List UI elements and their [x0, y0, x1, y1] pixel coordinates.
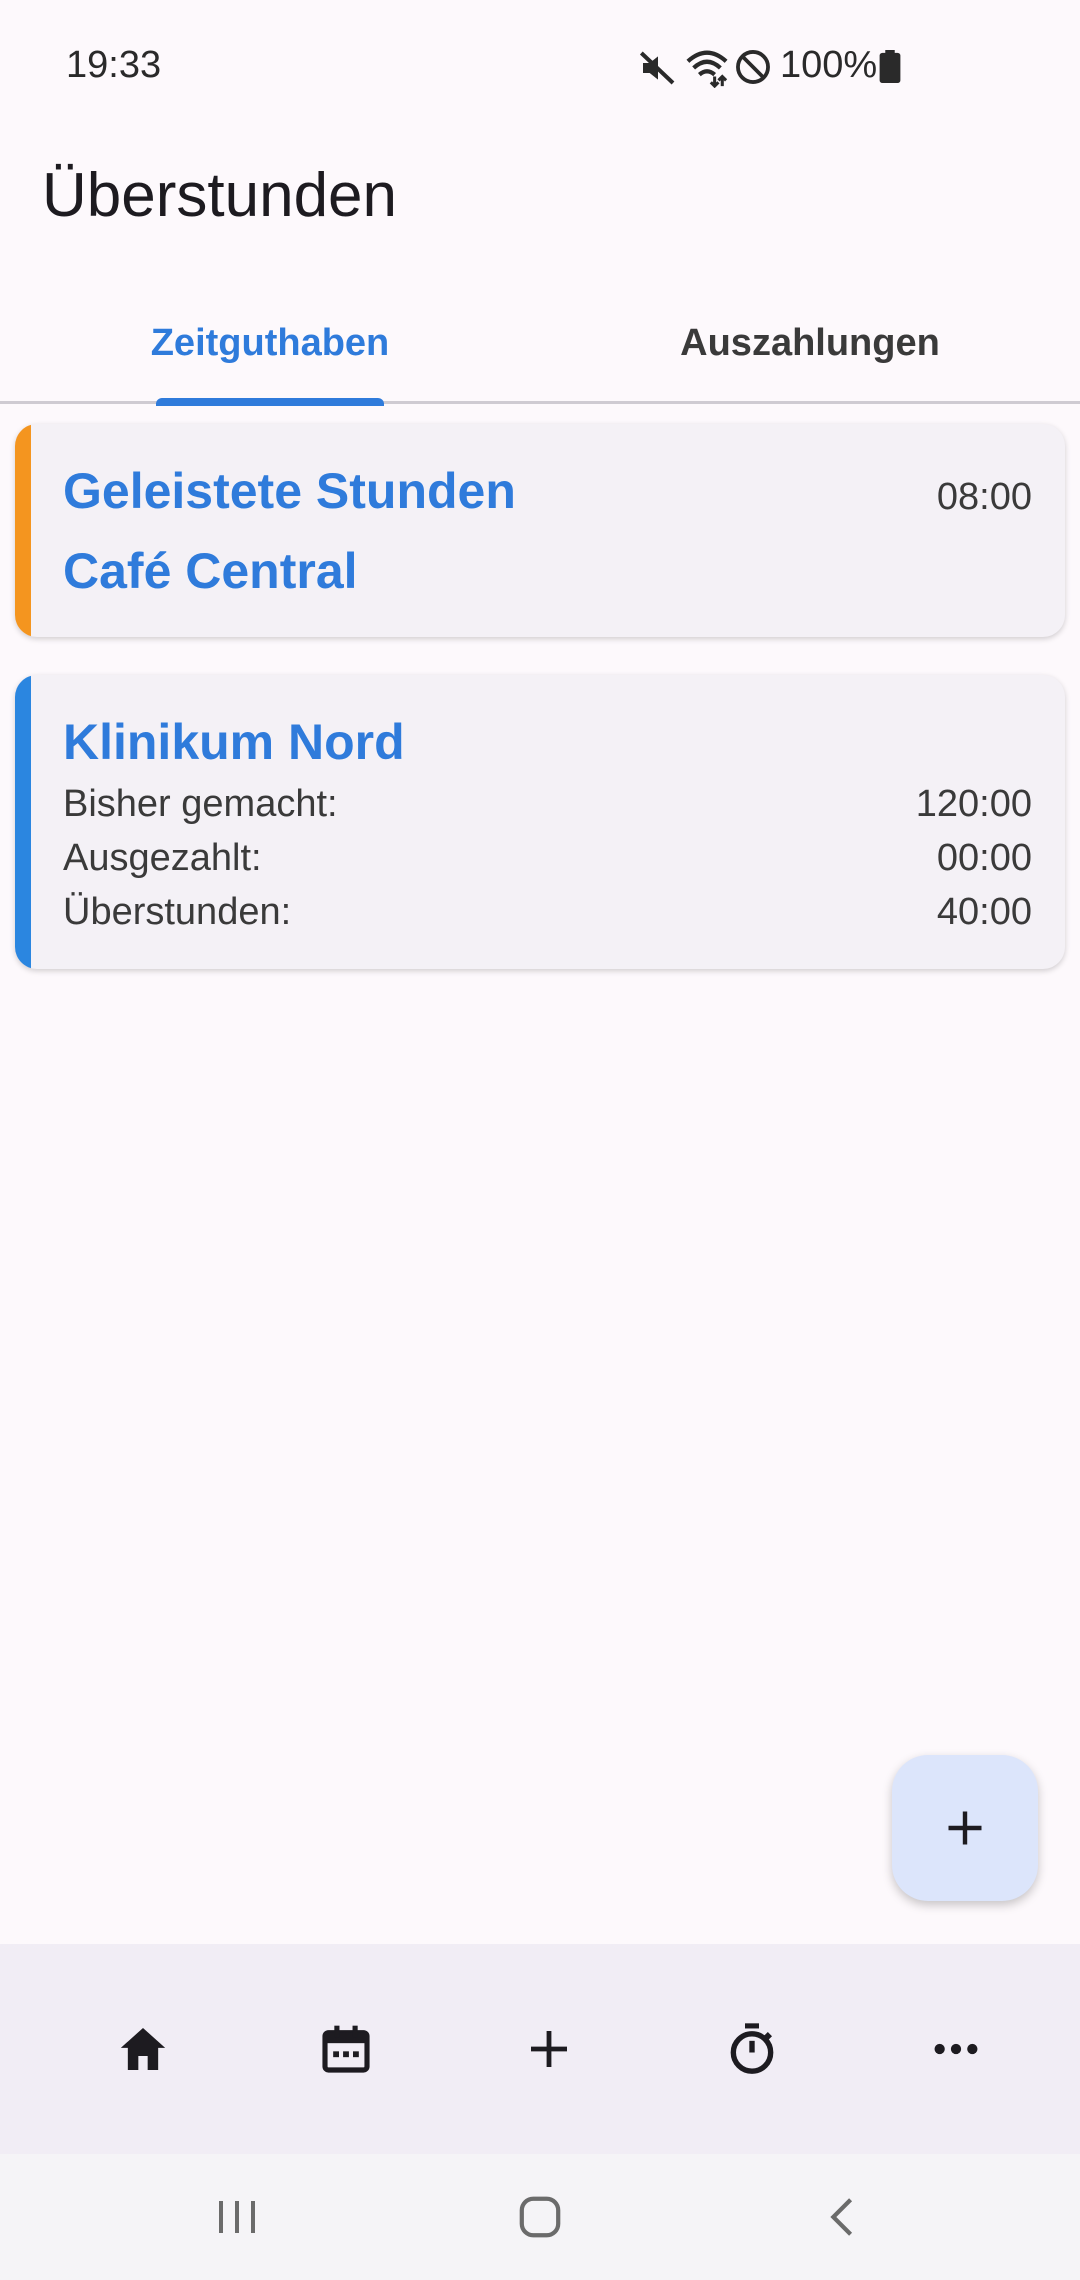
more-icon: [934, 2043, 978, 2055]
summary-row-paid: Ausgezahlt: 00:00: [63, 837, 1032, 880]
add-fab-button[interactable]: [892, 1755, 1038, 1901]
row-value: 00:00: [936, 837, 1032, 879]
nav-calendar[interactable]: [276, 1944, 416, 2154]
tab-zeitguthaben[interactable]: Zeitguthaben: [0, 296, 540, 401]
battery-percent: 100%: [780, 44, 878, 86]
do-not-disturb-icon: [736, 50, 770, 84]
wifi-icon: [686, 50, 728, 88]
tab-label: Zeitguthaben: [150, 322, 390, 364]
add-icon: [531, 2031, 567, 2067]
employer-card[interactable]: Klinikum Nord Bisher gemacht: 120:00 Aus…: [15, 675, 1065, 969]
card-accent-bar: [15, 424, 31, 637]
back-button[interactable]: [781, 2154, 901, 2280]
nav-timer[interactable]: [682, 1944, 822, 2154]
battery-icon: [879, 50, 901, 84]
home-system-button[interactable]: [480, 2154, 600, 2280]
plus-icon: [948, 1811, 982, 1845]
home-icon: [120, 2028, 166, 2070]
system-navigation-bar: [0, 2154, 1080, 2280]
nav-add[interactable]: [479, 1944, 619, 2154]
page-title: Überstunden: [42, 161, 398, 230]
timer-icon: [730, 2023, 774, 2074]
bottom-navigation: [0, 1944, 1080, 2154]
card-value: 08:00: [936, 476, 1032, 518]
status-time: 19:33: [66, 44, 162, 86]
tab-indicator: [156, 398, 384, 406]
summary-row-overtime: Überstunden: 40:00: [63, 891, 1032, 934]
summary-row-done: Bisher gemacht: 120:00: [63, 783, 1032, 826]
card-accent-bar: [15, 675, 31, 969]
nav-home[interactable]: [73, 1944, 213, 2154]
card-title: Geleistete Stunden: [63, 463, 516, 519]
home-button-icon: [519, 2196, 561, 2238]
recent-apps-button[interactable]: [177, 2154, 297, 2280]
card-subtitle: Café Central: [63, 543, 358, 599]
row-value: 40:00: [936, 891, 1032, 933]
tab-label: Auszahlungen: [680, 322, 940, 364]
tab-bar: Zeitguthaben Auszahlungen: [0, 296, 1080, 406]
nav-more[interactable]: [886, 1944, 1026, 2154]
tab-auszahlungen[interactable]: Auszahlungen: [540, 296, 1080, 401]
mute-icon: [639, 51, 675, 85]
card-title: Klinikum Nord: [63, 714, 405, 770]
back-icon: [830, 2198, 853, 2236]
row-label: Ausgezahlt:: [63, 837, 262, 879]
worked-hours-card[interactable]: Geleistete Stunden Café Central 08:00: [15, 424, 1065, 637]
recent-apps-icon: [219, 2201, 255, 2233]
row-value: 120:00: [915, 783, 1032, 825]
status-bar: 19:33 100%: [0, 0, 1080, 130]
row-label: Bisher gemacht:: [63, 783, 338, 825]
calendar-icon: [322, 2025, 370, 2073]
row-label: Überstunden:: [63, 891, 292, 933]
